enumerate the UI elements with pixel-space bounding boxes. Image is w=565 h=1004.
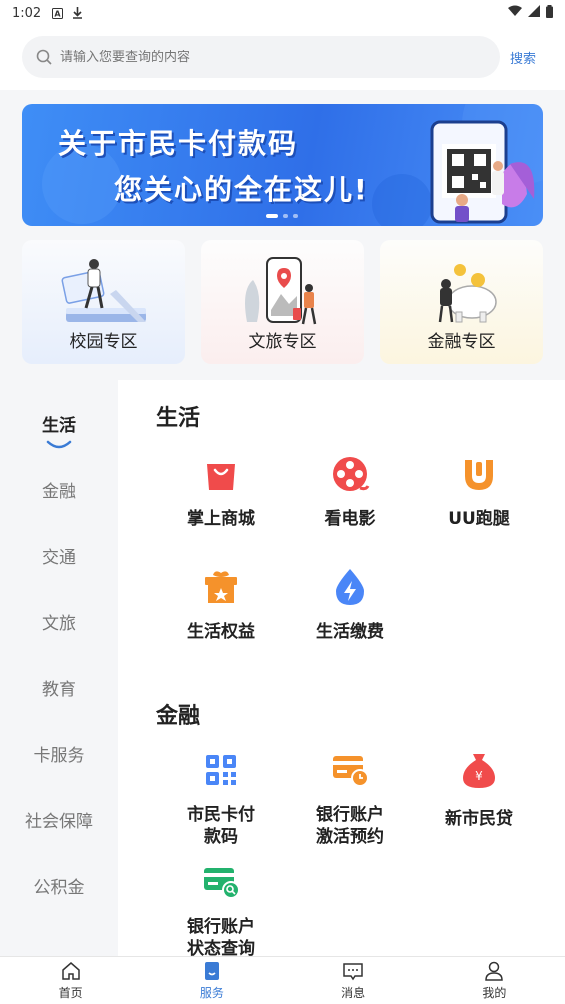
shopping-bag-icon — [207, 464, 235, 490]
sidebar-item-life[interactable]: 生活 — [0, 411, 118, 441]
bank-card-clock-icon — [333, 756, 369, 787]
status-bar: 1:02 A — [0, 0, 565, 26]
tab-messages[interactable]: 消息 — [283, 957, 424, 1004]
service-label: 看电影 — [324, 509, 376, 529]
service-bank-activation[interactable]: 银行账户激活预约 — [285, 750, 415, 848]
svg-text:A: A — [54, 9, 61, 18]
sidebar-item-education[interactable]: 教育 — [0, 675, 118, 705]
zone-finance[interactable]: 金融专区 — [380, 240, 543, 364]
service-label: 生活权益 — [187, 622, 255, 642]
service-mall[interactable]: 掌上商城 — [156, 454, 286, 530]
search-icon — [36, 49, 52, 65]
bottom-tab-bar: 首页 服务 消息 我的 — [0, 956, 565, 1004]
search-button[interactable]: 搜索 — [510, 48, 536, 67]
tab-services[interactable]: 服务 — [141, 957, 282, 1004]
service-content: 生活 掌上商城 看电影 UU跑腿 生活权益 生活缴费 金融 市民卡付款码 银行账… — [134, 380, 565, 956]
home-icon — [61, 962, 80, 980]
service-label: 生活缴费 — [316, 622, 384, 642]
service-label: 银行账户激活预约 — [316, 805, 384, 847]
status-time: 1:02 — [12, 5, 42, 21]
search-box[interactable] — [22, 36, 500, 78]
gift-icon — [205, 571, 237, 603]
download-icon — [71, 7, 83, 19]
promo-banner[interactable]: 关于市民卡付款码 您关心的全在这儿! — [22, 104, 543, 226]
tab-label: 服务 — [199, 986, 224, 1000]
zone-label: 文旅专区 — [248, 332, 317, 352]
banner-line1: 关于市民卡付款码 — [58, 127, 299, 160]
active-indicator-icon — [46, 440, 72, 449]
service-icon — [204, 962, 219, 980]
section-title-life: 生活 — [156, 406, 201, 431]
service-new-citizen-loan[interactable]: ¥ 新市民贷 — [414, 750, 544, 830]
tab-label: 我的 — [482, 986, 507, 1000]
sidebar-item-finance[interactable]: 金融 — [0, 477, 118, 507]
section-title-finance: 金融 — [156, 704, 201, 729]
zone-label: 金融专区 — [427, 332, 496, 352]
banner-pager — [266, 214, 298, 218]
utility-payment-icon — [336, 569, 364, 605]
profile-icon — [485, 961, 504, 981]
service-label: 掌上商城 — [187, 509, 255, 529]
battery-icon — [546, 4, 553, 22]
service-uu-errand[interactable]: UU跑腿 — [414, 454, 544, 530]
sidebar-item-culture-travel[interactable]: 文旅 — [0, 609, 118, 639]
campus-illustration-icon — [61, 259, 146, 322]
banner-dot-active — [266, 214, 278, 218]
tab-label: 消息 — [341, 986, 366, 1000]
sidebar-item-transport[interactable]: 交通 — [0, 543, 118, 573]
zone-campus[interactable]: 校园专区 — [22, 240, 185, 364]
service-label: UU跑腿 — [448, 509, 510, 529]
service-label: 市民卡付款码 — [187, 805, 255, 847]
service-card-payment-code[interactable]: 市民卡付款码 — [156, 750, 286, 848]
sidebar-item-card-service[interactable]: 卡服务 — [0, 741, 118, 771]
banner-dot — [293, 214, 298, 218]
finance-illustration-icon — [438, 264, 497, 323]
banner-line2: 您关心的全在这儿! — [114, 173, 369, 206]
zone-label: 校园专区 — [69, 332, 138, 352]
film-reel-icon — [333, 457, 370, 491]
uu-logo-icon — [465, 460, 493, 490]
signal-icon — [528, 5, 540, 21]
tab-label: 首页 — [58, 986, 83, 1000]
zone-cards: 校园专区 文旅专区 金融专区 — [22, 240, 543, 364]
service-label: 银行账户状态查询 — [187, 917, 255, 956]
bank-card-search-icon — [204, 868, 240, 899]
search-row: 搜索 — [0, 26, 565, 88]
sidebar-item-social-security[interactable]: 社会保障 — [0, 807, 118, 837]
money-bag-icon: ¥ — [463, 754, 495, 788]
svg-text:¥: ¥ — [475, 769, 483, 783]
tab-home[interactable]: 首页 — [0, 957, 141, 1004]
service-life-benefits[interactable]: 生活权益 — [156, 567, 286, 643]
travel-illustration-icon — [245, 257, 317, 325]
qr-code-icon — [206, 755, 236, 785]
banner-dot — [283, 214, 288, 218]
search-input[interactable] — [60, 49, 460, 65]
service-utility-payment[interactable]: 生活缴费 — [285, 567, 415, 643]
service-bank-status-query[interactable]: 银行账户状态查询 — [156, 862, 286, 956]
zone-travel[interactable]: 文旅专区 — [201, 240, 364, 364]
message-icon — [343, 963, 363, 981]
wifi-icon — [508, 5, 522, 21]
tab-profile[interactable]: 我的 — [424, 957, 565, 1004]
sidebar-item-housing-fund[interactable]: 公积金 — [0, 873, 118, 903]
service-movie[interactable]: 看电影 — [285, 454, 415, 530]
service-label: 新市民贷 — [445, 809, 513, 829]
category-sidebar: 生活 金融 交通 文旅 教育 卡服务 社会保障 公积金 — [0, 380, 118, 956]
notification-a-icon: A — [51, 7, 63, 19]
